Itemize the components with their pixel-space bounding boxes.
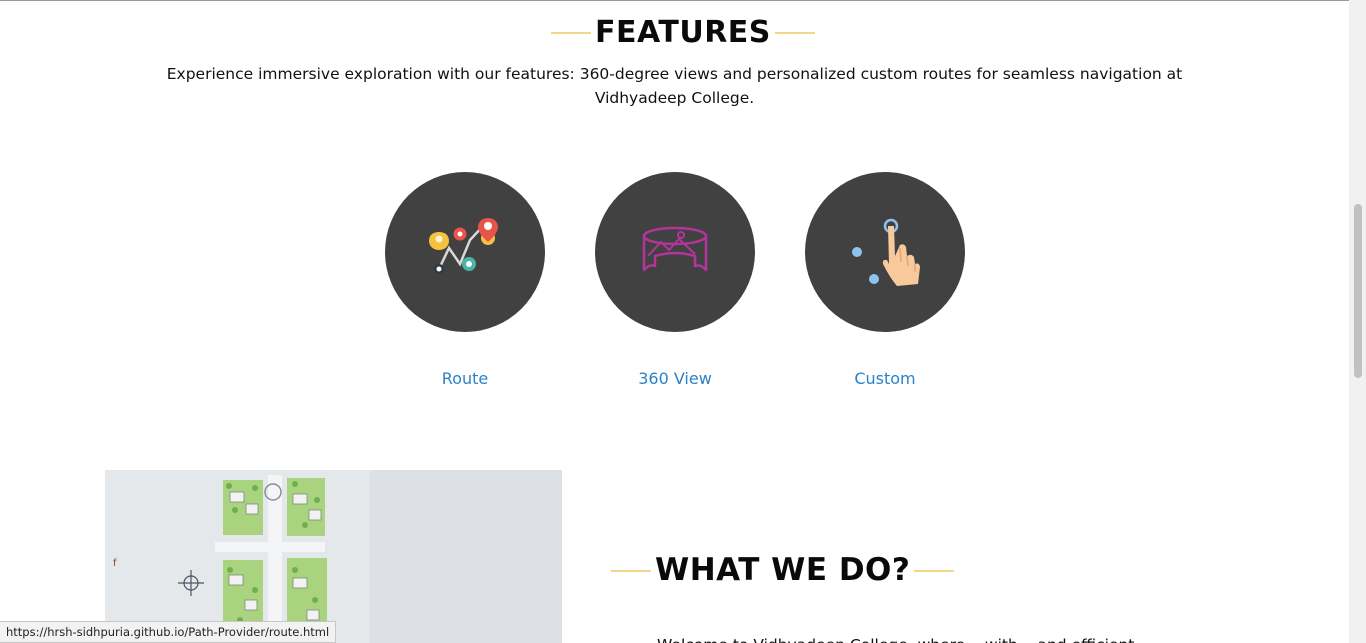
- feature-custom-circle[interactable]: [805, 172, 965, 332]
- feature-route-circle[interactable]: [385, 172, 545, 332]
- heading-rule-left: [611, 569, 651, 572]
- route-pins-icon: [429, 218, 498, 274]
- feature-custom-link[interactable]: Custom: [805, 369, 965, 388]
- campus-map-image: f: [105, 470, 562, 643]
- feature-360-view[interactable]: 360 View: [595, 172, 755, 388]
- heading-rule-left: [551, 32, 591, 34]
- campus-map-drawing: f: [105, 470, 562, 643]
- feature-route-link[interactable]: Route: [385, 369, 545, 388]
- features-heading: FEATURES: [551, 18, 815, 48]
- feature-custom[interactable]: Custom: [805, 172, 965, 388]
- what-we-do-heading: WHAT WE DO?: [611, 552, 955, 588]
- vertical-scrollbar[interactable]: [1349, 0, 1366, 643]
- what-we-do-title: WHAT WE DO?: [655, 552, 911, 588]
- features-description: Experience immersive exploration with ou…: [166, 65, 1183, 107]
- heading-rule-right: [774, 32, 815, 34]
- what-we-do-paragraph: Welcome to Vidhyadeep College, where... …: [657, 633, 1217, 643]
- touch-hand-icon: [852, 218, 920, 286]
- panorama-360-icon: [642, 226, 708, 272]
- svg-text:f: f: [113, 558, 117, 569]
- scrollbar-thumb[interactable]: [1354, 204, 1362, 378]
- features-title: FEATURES: [595, 15, 771, 50]
- feature-360-link[interactable]: 360 View: [595, 369, 755, 388]
- status-bar-url: https://hrsh-sidhpuria.github.io/Path-Pr…: [0, 621, 337, 643]
- feature-360-circle[interactable]: [595, 172, 755, 332]
- heading-rule-right: [914, 569, 955, 572]
- feature-route[interactable]: Route: [385, 172, 545, 388]
- top-border: [0, 0, 1349, 1]
